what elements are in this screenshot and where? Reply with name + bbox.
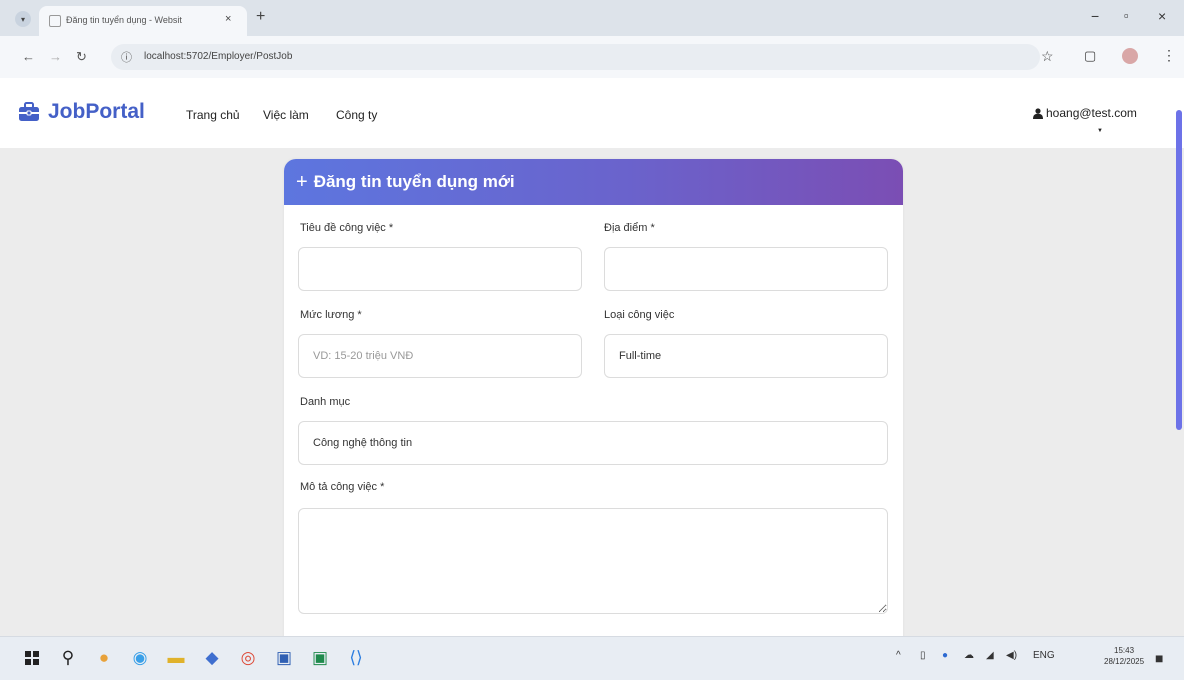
nav-link-home[interactable]: Trang chủ (186, 108, 240, 122)
browser-tab-bar: ▾ Đăng tin tuyển dụng - Websit × + − ▫ × (0, 0, 1184, 36)
location-label: Địa điểm * (604, 222, 655, 234)
chevron-down-icon[interactable]: ▼ (1097, 128, 1103, 134)
maximize-button[interactable]: ▫ (1124, 8, 1129, 23)
system-clock[interactable]: 15:43 28/12/2025 (1104, 645, 1144, 667)
user-icon (1033, 107, 1043, 119)
bookmark-star-icon[interactable]: ☆ (1041, 48, 1054, 65)
salary-input[interactable] (298, 334, 582, 378)
job-title-label: Tiêu đề công việc * (300, 222, 394, 234)
browser-tab[interactable]: Đăng tin tuyển dụng - Websit × (39, 6, 247, 36)
tab-close-icon[interactable]: × (225, 13, 231, 25)
extensions-icon[interactable]: ▢ (1084, 48, 1096, 64)
site-navbar: JobPortal Trang chủ Việc làm Công ty hoa… (0, 78, 1184, 148)
card-header: + Đăng tin tuyển dụng mới (284, 159, 903, 205)
clock-time: 15:43 (1114, 646, 1135, 655)
nav-link-jobs[interactable]: Việc làm (263, 108, 309, 122)
brand-logo[interactable]: JobPortal (18, 100, 145, 124)
browser-menu-icon[interactable]: ⋮ (1162, 47, 1176, 64)
tab-title: Đăng tin tuyển dụng - Websit (66, 15, 182, 25)
forward-arrow-icon[interactable]: → (49, 49, 62, 64)
location-input[interactable] (604, 247, 888, 291)
language-indicator[interactable]: ENG (1033, 650, 1055, 661)
category-label: Danh mục (300, 396, 351, 408)
new-tab-button[interactable]: + (256, 8, 265, 26)
tab-search-icon[interactable]: ▾ (15, 11, 31, 27)
site-info-icon[interactable]: ⓘ (121, 49, 132, 65)
search-icon[interactable]: ⚲ (54, 644, 82, 672)
volume-icon[interactable]: ◀) (1006, 650, 1017, 661)
windows-taskbar: ⚲ ● ◉ ▬ ◆ ◎ ▣ ▣ ⟨⟩ ^ ▯ ● ☁ ◢ ◀) ENG 15:4… (0, 636, 1184, 680)
close-window-button[interactable]: × (1158, 8, 1166, 24)
clock-date: 28/12/2025 (1104, 657, 1145, 666)
minimize-button[interactable]: − (1091, 8, 1099, 24)
post-job-card: + Đăng tin tuyển dụng mới Tiêu đề công v… (284, 159, 903, 636)
page-viewport: JobPortal Trang chủ Việc làm Công ty hoa… (0, 78, 1184, 636)
url-text[interactable]: localhost:5702/Employer/PostJob (144, 51, 292, 62)
page-scrollbar[interactable] (1176, 110, 1182, 430)
address-bar-row: ← → ↻ ⓘ localhost:5702/Employer/PostJob … (0, 36, 1184, 79)
file-explorer-icon[interactable]: ▬ (162, 644, 190, 672)
profile-avatar-icon[interactable] (1122, 48, 1138, 64)
onedrive-icon[interactable]: ☁ (964, 650, 974, 661)
job-type-select[interactable]: Full-time (604, 334, 888, 378)
start-menu-icon[interactable] (18, 644, 46, 672)
job-type-label: Loại công việc (604, 309, 675, 321)
store-icon[interactable]: ◆ (198, 644, 226, 672)
show-hidden-icons-icon[interactable]: ^ (896, 650, 901, 661)
description-label: Mô tả công việc * (300, 481, 385, 493)
job-title-input[interactable] (298, 247, 582, 291)
outlook-icon[interactable]: ▣ (270, 644, 298, 672)
network-icon[interactable]: ● (942, 650, 948, 661)
briefcase-icon (18, 102, 40, 122)
category-select[interactable]: Công nghệ thông tin (298, 421, 888, 465)
vscode-icon[interactable]: ⟨⟩ (342, 644, 370, 672)
salary-label: Mức lương * (300, 309, 362, 321)
nav-link-companies[interactable]: Công ty (336, 108, 377, 122)
edge-icon[interactable]: ◉ (126, 644, 154, 672)
reload-icon[interactable]: ↻ (76, 49, 87, 65)
brand-name: JobPortal (48, 100, 145, 123)
back-arrow-icon[interactable]: ← (22, 49, 35, 64)
favicon-icon (49, 15, 61, 27)
plus-icon: + (296, 171, 308, 193)
excel-icon[interactable]: ▣ (306, 644, 334, 672)
chrome-icon[interactable]: ◎ (234, 644, 262, 672)
page-title: Đăng tin tuyển dụng mới (313, 172, 515, 191)
notification-icon[interactable]: ■ (1155, 650, 1163, 666)
chrome-colored-app-icon[interactable]: ● (90, 644, 118, 672)
battery-icon[interactable]: ▯ (920, 650, 926, 661)
user-email: hoang@test.com (1046, 106, 1137, 120)
user-menu[interactable]: hoang@test.com (1033, 106, 1137, 120)
wifi-icon[interactable]: ◢ (986, 650, 994, 661)
description-textarea[interactable] (298, 508, 888, 614)
address-bar[interactable]: ⓘ localhost:5702/Employer/PostJob (111, 44, 1040, 70)
